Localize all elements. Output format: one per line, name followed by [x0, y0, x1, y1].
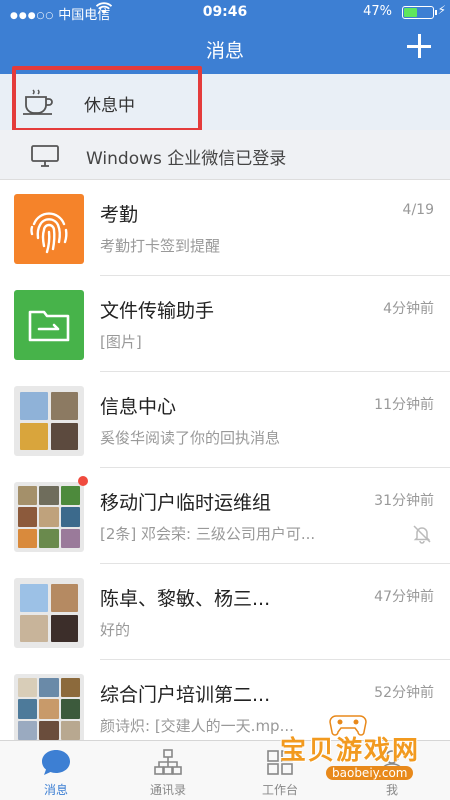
tab-messages[interactable]: 消息 [0, 741, 112, 800]
site-watermark: 宝贝游戏网 baobeiy.com [272, 715, 450, 788]
conversation-name: 考勤 [100, 204, 139, 226]
folder-transfer-icon [14, 290, 84, 360]
desktop-login-row[interactable]: Windows 企业微信已登录 [0, 130, 450, 180]
conversation-preview: 颜诗炽: [交建人的一天.mp... [100, 717, 294, 735]
unread-dot [78, 476, 88, 486]
group-avatar [14, 674, 84, 744]
fingerprint-icon [14, 194, 84, 264]
conversation-time: 52分钟前 [374, 685, 434, 701]
conversation-row[interactable]: 陈卓、黎敏、杨三... 47分钟前 好的 [0, 564, 450, 660]
group-avatar [14, 386, 84, 456]
charging-icon: ⚡ [437, 3, 446, 17]
monitor-icon [30, 144, 60, 168]
conversation-name: 综合门户培训第二... [100, 684, 271, 706]
conversation-name: 信息中心 [100, 396, 177, 418]
desktop-login-label: Windows 企业微信已登录 [86, 149, 287, 169]
conversation-preview: 考勤打卡签到提醒 [100, 237, 221, 255]
conversation-row[interactable]: 文件传输助手 4分钟前 [图片] [0, 276, 450, 372]
conversation-preview: 好的 [100, 621, 131, 639]
tab-label: 消息 [43, 783, 68, 797]
tab-label: 通讯录 [149, 783, 186, 797]
mute-bell-icon [412, 524, 432, 544]
conversation-time: 47分钟前 [374, 589, 434, 605]
chat-bubble-icon [40, 747, 72, 777]
conversation-preview: [2条] 邓会荣: 三级公司用户可... [100, 525, 316, 543]
watermark-text: 宝贝游戏网 [280, 736, 421, 766]
add-button[interactable] [406, 32, 432, 58]
tab-contacts[interactable]: 通讯录 [112, 741, 224, 800]
conversation-name: 文件传输助手 [100, 300, 215, 322]
group-avatar [14, 482, 84, 552]
status-bar: ●●●○○ 中国电信 09:46 47% ⚡ [0, 0, 450, 24]
watermark-url: baobeiy.com [326, 766, 414, 780]
conversation-row[interactable]: 移动门户临时运维组 31分钟前 [2条] 邓会荣: 三级公司用户可... [0, 468, 450, 564]
conversation-time: 4分钟前 [383, 301, 434, 317]
org-chart-icon [152, 747, 184, 777]
battery-icon [402, 6, 437, 19]
conversation-preview: 奚俊华阅读了你的回执消息 [100, 429, 281, 447]
conversation-row[interactable]: 信息中心 11分钟前 奚俊华阅读了你的回执消息 [0, 372, 450, 468]
highlight-annotation [12, 66, 202, 132]
conversation-preview: [图片] [100, 333, 142, 351]
battery-percent: 47% [363, 4, 392, 19]
group-avatar [14, 578, 84, 648]
conversation-time: 4/19 [402, 202, 434, 218]
conversation-row[interactable]: 考勤 4/19 考勤打卡签到提醒 [0, 180, 450, 276]
conversation-time: 31分钟前 [374, 493, 434, 509]
conversation-time: 11分钟前 [374, 397, 434, 413]
conversation-name: 陈卓、黎敏、杨三... [100, 588, 271, 610]
page-title: 消息 [205, 40, 244, 62]
conversation-name: 移动门户临时运维组 [100, 492, 272, 514]
